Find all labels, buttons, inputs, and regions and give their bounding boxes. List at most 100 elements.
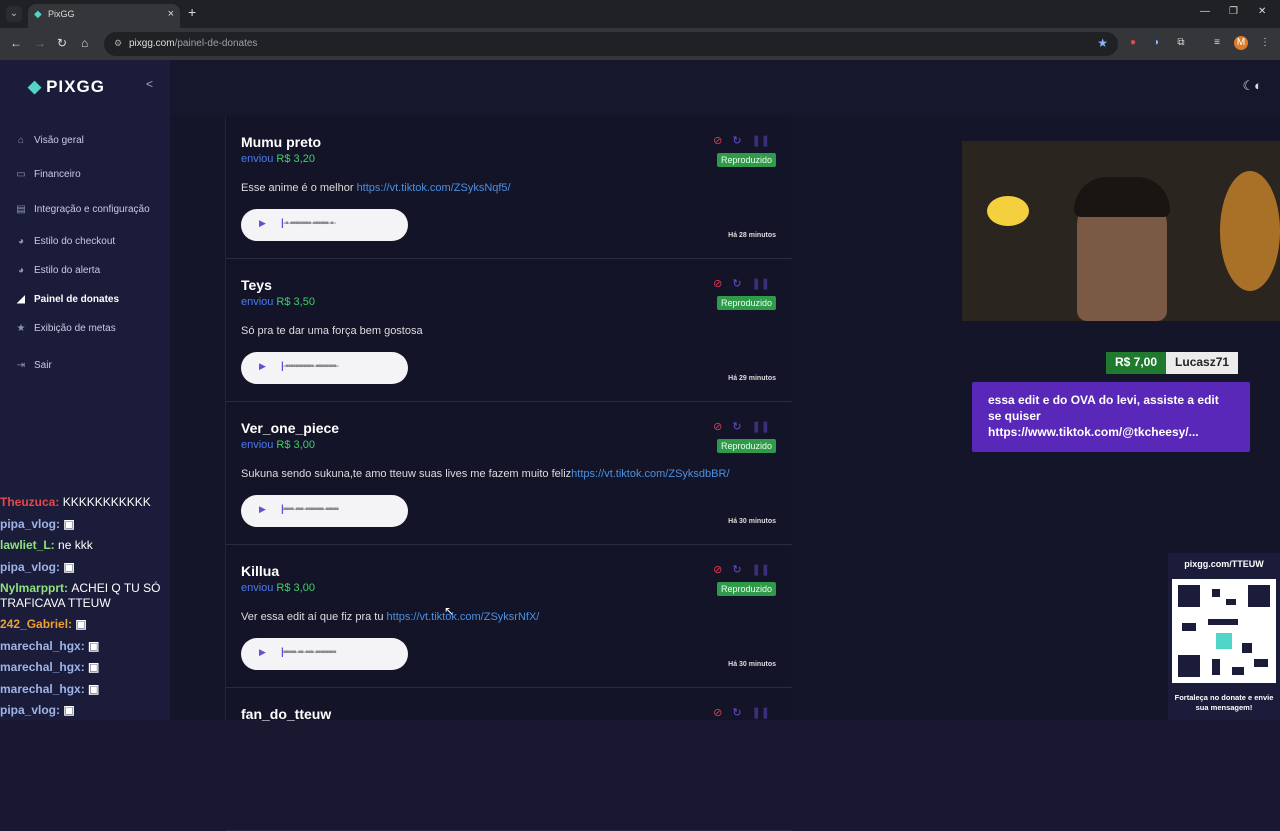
message-link[interactable]: https://vt.tiktok.com/ZSyksdbBR/ — [571, 468, 729, 480]
close-tab-icon[interactable]: × — [168, 8, 174, 20]
sidebar-item-financeiro[interactable]: ▭ Financeiro — [14, 167, 80, 183]
audio-player[interactable]: ▶ |▪▪▪▪-▪▪▪-▪▪▪▪▪▪▪-▪▪▪▪▪ — [241, 495, 408, 527]
waveform[interactable]: |▪▪▪▪▪-▪▪-▪▪▪-▪▪▪▪▪▪▪▪ — [281, 647, 337, 658]
sidebar-item-estilo-alerta[interactable]: ◕ Estilo do alerta — [14, 263, 100, 279]
sidebar-item-estilo-checkout[interactable]: ◕ Estilo do checkout — [14, 234, 115, 250]
play-icon[interactable]: ▶ — [259, 218, 266, 229]
address-bar[interactable]: ⚙ pixgg.com/painel-de-donates ★ — [104, 32, 1118, 56]
extension-audio-icon[interactable]: ◗ — [1150, 36, 1164, 50]
donation-amount: R$ 3,00 — [276, 582, 315, 594]
block-icon[interactable]: ⊘ — [713, 278, 722, 290]
donation-sent: enviou R$ 3,20 — [241, 153, 315, 165]
replay-icon[interactable]: ↻ — [732, 278, 741, 290]
message-text: Só pra te dar uma força bem gostosa — [241, 325, 423, 337]
pause-icon[interactable]: ❚❚ — [752, 707, 770, 719]
audio-player[interactable]: ▶ |-▪-▪▪▪▪▪▪▪▪-▪▪▪▪▪▪-▪- — [241, 209, 408, 241]
url-host: pixgg.com — [129, 38, 175, 49]
message-text: Ver essa edit aí que fiz pra tu — [241, 611, 387, 623]
sidebar-item-painel-donates[interactable]: ◢ Painel de donates — [14, 292, 119, 308]
top-bar: ☾◐ — [170, 60, 1280, 116]
chat-message: pipa_vlog: ▣ — [0, 557, 200, 579]
new-tab-button[interactable]: + — [188, 4, 196, 20]
pause-icon[interactable]: ❚❚ — [752, 421, 770, 433]
message-text: Esse anime é o melhor — [241, 182, 357, 194]
card-actions: ⊘ ↻ ❚❚ — [713, 420, 770, 433]
qr-code-icon — [1172, 579, 1276, 683]
waveform[interactable]: |-▪▪▪▪▪▪▪▪▪▪▪-▪▪▪▪▪▪▪▪- — [281, 361, 339, 372]
donation-card: Teys enviou R$ 3,50 ⊘ ↻ ❚❚ Reproduzido Só p… — [226, 259, 792, 402]
donation-time: Há 30 minutos — [728, 518, 776, 525]
sidebar-item-label: Estilo do alerta — [34, 265, 101, 276]
sidebar-item-sair[interactable]: ⇥ Sair — [14, 358, 52, 374]
block-icon[interactable]: ⊘ — [713, 707, 722, 719]
sidebar-item-exibicao-metas[interactable]: ★ Exibição de metas — [14, 321, 116, 337]
card-actions: ⊘ ↻ ❚❚ — [713, 134, 770, 147]
media-control-icon[interactable]: ≡ — [1210, 36, 1224, 50]
donation-card: fan_do_tteuw ⊘ ↻ ❚❚ — [226, 688, 792, 831]
block-icon[interactable]: ⊘ — [713, 135, 722, 147]
message-link[interactable]: https://vt.tiktok.com/ZSyksNqf5/ — [357, 182, 511, 194]
donation-time: Há 28 minutos — [728, 232, 776, 239]
profile-avatar[interactable]: M — [1234, 36, 1248, 50]
url-path: /painel-de-donates — [174, 38, 258, 49]
maximize-button[interactable]: ❐ — [1229, 6, 1238, 17]
browser-tab[interactable]: ◆ PixGG × — [28, 4, 180, 28]
audio-player[interactable]: ▶ |-▪▪▪▪▪▪▪▪▪▪▪-▪▪▪▪▪▪▪▪- — [241, 352, 408, 384]
card-actions: ⊘ ↻ ❚❚ — [713, 563, 770, 576]
close-window-button[interactable]: ✕ — [1258, 6, 1266, 17]
back-button[interactable]: ← — [10, 36, 22, 50]
forward-button[interactable]: → — [34, 36, 46, 50]
status-badge: Reproduzido — [716, 153, 776, 167]
theme-toggle-icon[interactable]: ☾◐ — [1242, 78, 1262, 94]
pause-icon[interactable]: ❚❚ — [752, 278, 770, 290]
reload-button[interactable]: ↻ — [57, 36, 67, 50]
bookmark-star-icon[interactable]: ★ — [1097, 36, 1108, 50]
replay-icon[interactable]: ↻ — [732, 421, 741, 433]
donation-alert-message: essa edit e do OVA do levi, assiste a ed… — [972, 382, 1250, 452]
waveform[interactable]: |▪▪▪▪-▪▪▪-▪▪▪▪▪▪▪-▪▪▪▪▪ — [281, 504, 339, 515]
pixgg-logo-icon: ◆ — [28, 77, 43, 96]
chat-user: Nylmarpprt: — [0, 581, 69, 595]
replay-icon[interactable]: ↻ — [732, 135, 741, 147]
qr-widget: pixgg.com/TTEUW Fortaleça no donate e en… — [1168, 553, 1280, 720]
home-button[interactable]: ⌂ — [81, 36, 88, 50]
chat-message: pipa_vlog: ▣ — [0, 700, 200, 722]
play-icon[interactable]: ▶ — [259, 361, 266, 372]
replay-icon[interactable]: ↻ — [732, 564, 741, 576]
collapse-sidebar-icon[interactable]: < — [146, 77, 153, 91]
waveform[interactable]: |-▪-▪▪▪▪▪▪▪▪-▪▪▪▪▪▪-▪- — [281, 218, 336, 229]
minimize-button[interactable]: — — [1200, 6, 1210, 17]
pixgg-logo[interactable]: ◆ PIXGG — [28, 77, 105, 97]
browser-menu-icon[interactable]: ⋮ — [1258, 36, 1272, 50]
play-icon[interactable]: ▶ — [259, 647, 266, 658]
chat-message: pipa_vlog: ▣ — [0, 514, 200, 536]
sidebar-item-visao-geral[interactable]: ⌂ Visão geral — [14, 133, 84, 149]
emote-icon: ▣ — [75, 617, 87, 631]
qr-header: pixgg.com/TTEUW — [1184, 559, 1264, 569]
browser-toolbar: ← → ↻ ⌂ ⚙ pixgg.com/painel-de-donates ★ … — [0, 28, 1280, 60]
streamer-hair-shape — [1074, 177, 1170, 217]
extension-record-icon[interactable]: ● — [1126, 36, 1140, 50]
donation-time: Há 29 minutos — [728, 375, 776, 382]
chat-text: KKKKKKKKKKK — [62, 495, 151, 509]
block-icon[interactable]: ⊘ — [713, 564, 722, 576]
chat-user: marechal_hgx: — [0, 681, 85, 696]
donation-message: Esse anime é o melhor https://vt.tiktok.… — [241, 182, 511, 194]
pause-icon[interactable]: ❚❚ — [752, 564, 770, 576]
card-actions: ⊘ ↻ ❚❚ — [713, 277, 770, 290]
audio-player[interactable]: ▶ |▪▪▪▪▪-▪▪-▪▪▪-▪▪▪▪▪▪▪▪ — [241, 638, 408, 670]
donation-message: Ver essa edit aí que fiz pra tu https://… — [241, 611, 539, 623]
pause-icon[interactable]: ❚❚ — [752, 135, 770, 147]
tab-search-button[interactable]: ⌄ — [6, 6, 22, 22]
emote-icon: ▣ — [63, 516, 75, 531]
block-icon[interactable]: ⊘ — [713, 421, 722, 433]
sidebar-item-label: Estilo do checkout — [34, 236, 116, 247]
message-link[interactable]: https://vt.tiktok.com/ZSyksrNfX/ — [387, 611, 540, 623]
donations-list: Mumu preto enviou R$ 3,20 ⊘ ↻ ❚❚ Reproduzid… — [225, 116, 792, 831]
replay-icon[interactable]: ↻ — [732, 707, 741, 719]
chat-user: marechal_hgx: — [0, 660, 85, 674]
sidebar-item-integracao[interactable]: ▤ Integração e configuração — [14, 202, 149, 218]
play-icon[interactable]: ▶ — [259, 504, 266, 515]
site-info-icon[interactable]: ⚙ — [114, 38, 122, 49]
extensions-puzzle-icon[interactable]: ⧉ — [1174, 36, 1188, 50]
